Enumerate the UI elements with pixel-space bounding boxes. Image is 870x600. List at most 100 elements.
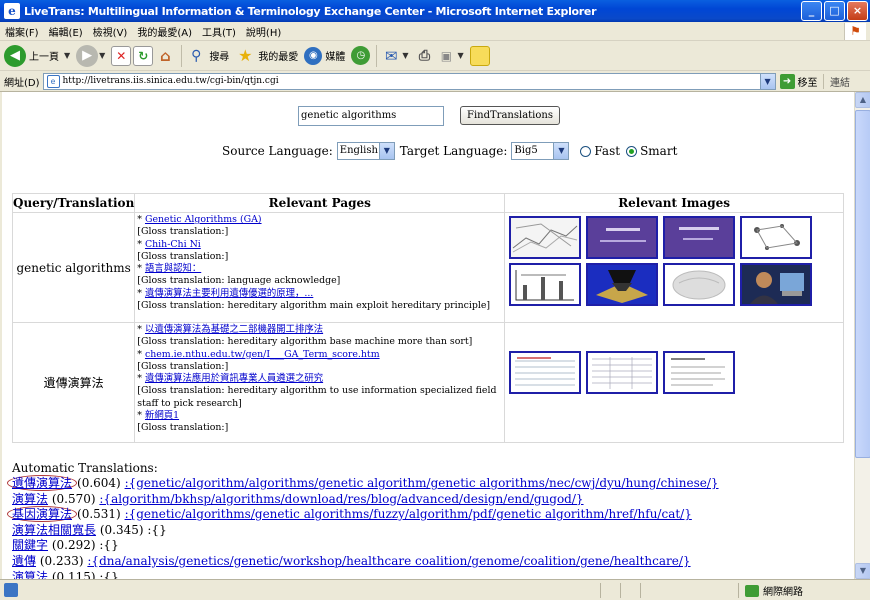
search-icon: ⚲: [191, 47, 202, 64]
back-dropdown-icon[interactable]: ▼: [64, 51, 70, 60]
image-thumbnail[interactable]: [509, 216, 582, 259]
menu-favorites[interactable]: 我的最愛(A): [132, 24, 197, 39]
page-link[interactable]: 語言與認知：: [145, 263, 201, 274]
close-button[interactable]: ×: [847, 1, 868, 21]
mail-icon: ✉: [385, 46, 398, 65]
translation-term[interactable]: 遺傳: [12, 554, 36, 568]
address-label: 網址(D): [4, 77, 40, 89]
print-button[interactable]: ⎙: [414, 44, 434, 68]
edit-button[interactable]: ▣ ▼: [436, 44, 467, 68]
translation-score: (0.115): [51, 569, 96, 579]
source-language-select[interactable]: English ▼: [336, 142, 395, 160]
maximize-button[interactable]: □: [824, 1, 845, 21]
stop-button[interactable]: ✕: [111, 44, 132, 68]
automatic-translations-heading: Automatic Translations:: [12, 461, 158, 475]
page-link[interactable]: 遺傳演算法主要利用遺傳優選的原理，...: [145, 288, 313, 299]
menu-file[interactable]: 檔案(F): [0, 24, 44, 39]
messenger-button[interactable]: [469, 44, 490, 68]
address-url[interactable]: http://livetrans.iis.sinica.edu.tw/cgi-b…: [63, 76, 279, 86]
page-link[interactable]: 新網頁1: [145, 410, 179, 421]
refresh-button[interactable]: ↻: [133, 44, 154, 68]
toolbar: ◀ 上一頁 ▼ ▶ ▼ ✕ ↻ ⌂ ⚲ 搜尋 ★ 我的最愛 ◉ 媒體 ◷ ✉ ▼…: [0, 41, 870, 71]
window-title: LiveTrans: Multilingual Information & Te…: [24, 4, 597, 18]
page-link[interactable]: Genetic Algorithms (GA): [145, 214, 262, 225]
translation-sources[interactable]: :{algorithm/bkhsp/algorithms/download/re…: [99, 492, 583, 506]
results-header-row: Query/Translation Relevant Pages Relevan…: [11, 193, 844, 213]
scroll-down-icon[interactable]: ▼: [855, 563, 870, 579]
table-row: 遺傳演算法 * 以遺傳演算法為基礎之二部機器開工排序法 [Gloss trans…: [11, 322, 844, 443]
query-input[interactable]: genetic algorithms: [298, 106, 444, 126]
scrollbar-thumb[interactable]: [855, 110, 870, 458]
gloss-text: [Gloss translation:]: [137, 422, 229, 434]
page-list: * Genetic Algorithms (GA) [Gloss transla…: [137, 214, 491, 312]
minimize-button[interactable]: _: [801, 1, 822, 21]
links-button[interactable]: 連結: [823, 73, 850, 89]
translation-sources[interactable]: :{genetic/algorithm/algorithms/genetic a…: [125, 476, 719, 490]
list-item: 演算法相關寬長 (0.345) :{}: [12, 523, 719, 539]
forward-button[interactable]: ▶ ▼: [76, 44, 109, 68]
go-arrow-icon: ➜: [779, 73, 795, 89]
gloss-text: [Gloss translation: language acknowledge…: [137, 275, 341, 287]
favorites-label: 我的最愛: [258, 52, 299, 63]
title-bar: e LiveTrans: Multilingual Information & …: [0, 0, 870, 22]
smart-label: Smart: [640, 144, 678, 158]
translation-sources[interactable]: :{dna/analysis/genetics/genetic/workshop…: [87, 554, 690, 568]
address-dropdown-icon[interactable]: ▼: [759, 73, 775, 89]
internet-zone-icon: [745, 584, 759, 597]
image-thumbnail[interactable]: [509, 351, 582, 394]
scroll-up-icon[interactable]: ▲: [855, 92, 870, 108]
image-thumbnail[interactable]: [740, 216, 813, 259]
smart-radio[interactable]: [626, 145, 638, 157]
search-button[interactable]: ⚲ 搜尋: [186, 44, 233, 68]
vertical-scrollbar[interactable]: ▲ ▼: [854, 92, 870, 579]
menu-edit[interactable]: 編輯(E): [44, 24, 88, 39]
page-link[interactable]: 以遺傳演算法為基礎之二部機器開工排序法: [145, 324, 323, 335]
gloss-text: [Gloss translation: hereditary algorithm…: [137, 300, 491, 312]
page-link[interactable]: chem.ie.nthu.edu.tw/gen/I___GA_Term_scor…: [145, 349, 380, 360]
translation-term[interactable]: 演算法: [12, 492, 48, 506]
menu-help[interactable]: 說明(H): [241, 24, 286, 39]
translation-score: (0.233): [39, 553, 84, 568]
translation-term[interactable]: 關鍵字: [12, 538, 48, 552]
edit-dropdown-icon[interactable]: ▼: [457, 51, 463, 60]
image-thumbnail[interactable]: [663, 351, 736, 394]
media-button[interactable]: ◉ 媒體: [304, 44, 349, 68]
page-link[interactable]: 遺傳演算法應用於資訊專業人員遴選之研究: [145, 373, 323, 384]
menu-tools[interactable]: 工具(T): [197, 24, 241, 39]
mail-dropdown-icon[interactable]: ▼: [402, 51, 408, 60]
target-language-select[interactable]: Big5 ▼: [511, 142, 570, 160]
mail-button[interactable]: ✉ ▼: [381, 44, 412, 68]
stop-icon: ✕: [111, 45, 132, 66]
image-thumbnail[interactable]: [586, 351, 659, 394]
image-thumbnail[interactable]: [663, 216, 736, 259]
home-button[interactable]: ⌂: [155, 44, 175, 68]
windows-flag-icon: ⚑: [844, 23, 866, 40]
image-grid: [507, 213, 841, 309]
note-icon: [469, 45, 490, 66]
forward-dropdown-icon[interactable]: ▼: [99, 51, 105, 60]
pages-cell: * 以遺傳演算法為基礎之二部機器開工排序法 [Gloss translation…: [134, 322, 506, 443]
translation-sources[interactable]: :{genetic/algorithms/genetic algorithms/…: [125, 507, 692, 521]
history-button[interactable]: ◷: [351, 44, 371, 68]
status-bar: 網際網路: [0, 579, 870, 600]
translation-sources: :{}: [147, 522, 167, 537]
favorites-button[interactable]: ★ 我的最愛: [235, 44, 302, 68]
find-translations-button[interactable]: FindTranslations: [460, 106, 560, 125]
translation-term[interactable]: 演算法相關寬長: [12, 523, 96, 537]
address-input[interactable]: e http://livetrans.iis.sinica.edu.tw/cgi…: [42, 72, 776, 90]
image-thumbnail[interactable]: [586, 216, 659, 259]
ie-logo-icon: e: [4, 3, 20, 19]
translation-term[interactable]: 演算法: [12, 570, 48, 579]
translation-term[interactable]: 基因演算法: [7, 506, 78, 523]
fast-radio[interactable]: [580, 145, 592, 157]
translation-term[interactable]: 遺傳演算法: [7, 475, 78, 491]
image-thumbnail[interactable]: [663, 263, 736, 306]
page-link[interactable]: Chih-Chi Ni: [145, 239, 201, 250]
image-thumbnail[interactable]: [509, 263, 582, 306]
image-thumbnail[interactable]: [740, 263, 813, 306]
go-button[interactable]: ➜ 移至: [779, 73, 818, 89]
menu-view[interactable]: 檢視(V): [88, 24, 133, 39]
go-label: 移至: [797, 77, 818, 89]
image-thumbnail[interactable]: [586, 263, 659, 306]
back-button[interactable]: ◀ 上一頁 ▼: [4, 44, 74, 68]
